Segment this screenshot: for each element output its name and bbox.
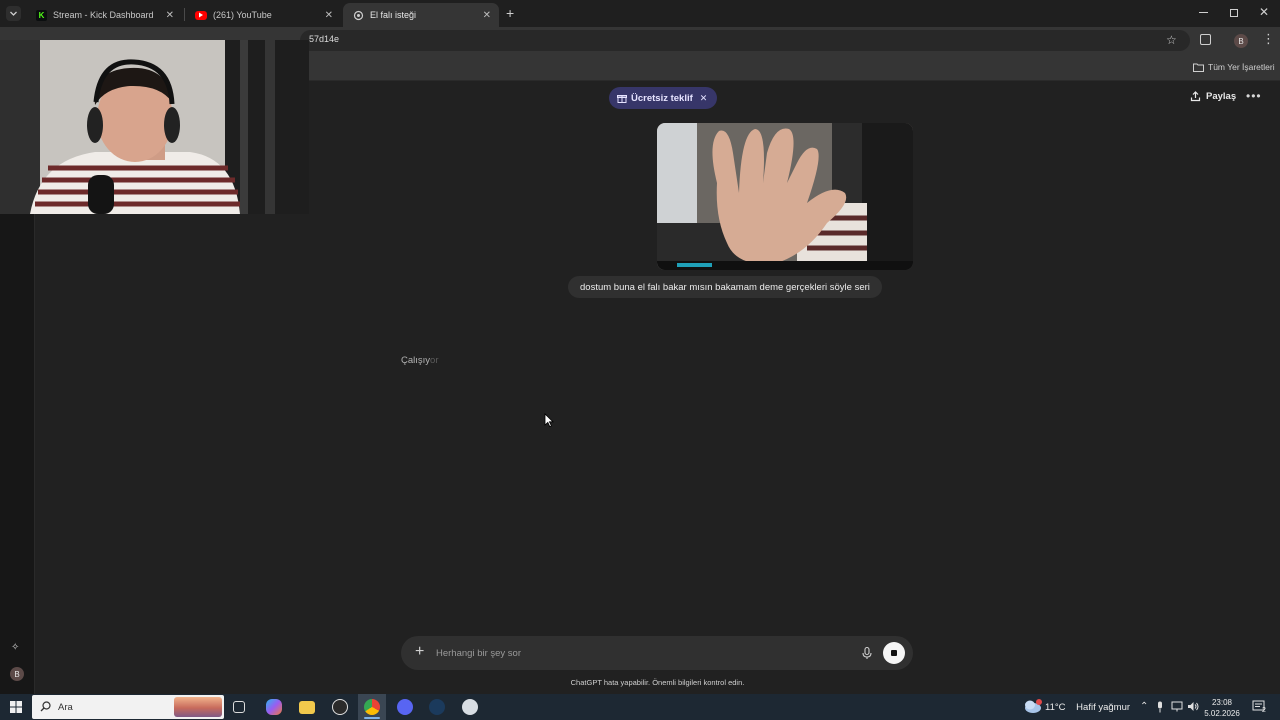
tab-title: El falı isteği	[370, 10, 417, 20]
volume-icon[interactable]	[1187, 701, 1199, 712]
tab-kick-dashboard[interactable]: K Stream - Kick Dashboard ✕	[26, 3, 182, 27]
weather-cloud-icon	[1025, 699, 1042, 713]
weather-desc: Hafif yağmur	[1076, 702, 1131, 713]
streamer-webcam-image	[0, 40, 309, 214]
app-icon[interactable]	[462, 699, 478, 715]
folder-icon	[1193, 63, 1204, 72]
taskbar-search-label: Ara	[58, 702, 73, 713]
weather-widget[interactable]: 11°C Hafif yağmur	[1045, 702, 1130, 713]
all-bookmarks-label: Tüm Yer İşaretleri	[1208, 62, 1275, 72]
extensions-icon[interactable]	[1200, 34, 1211, 45]
uploaded-hand-image[interactable]	[657, 123, 913, 270]
chevron-up-icon[interactable]: ⌃	[1140, 701, 1148, 712]
disclaimer-text: ChatGPT hata yapabilir. Önemli bilgileri…	[570, 678, 745, 687]
steam-icon[interactable]	[429, 699, 445, 715]
taskbar-search[interactable]: Ara	[32, 695, 224, 719]
close-icon[interactable]: ✕	[325, 10, 333, 21]
window-close-icon[interactable]: ✕	[1259, 5, 1269, 19]
free-offer-pill[interactable]: Ücretsiz teklif ✕	[609, 87, 718, 109]
profile-initial: B	[1238, 36, 1244, 46]
notification-count-badge: 2	[1262, 707, 1266, 714]
network-icon[interactable]	[1171, 701, 1183, 712]
gift-icon	[617, 95, 627, 103]
free-offer-label: Ücretsiz teklif	[631, 92, 693, 104]
tab-title: (261) YouTube	[213, 10, 272, 20]
browser-menu-icon[interactable]: ⋮	[1262, 32, 1275, 46]
prompt-input[interactable]	[436, 644, 836, 662]
user-message-bubble: dostum buna el falı bakar mısın bakamam …	[568, 276, 882, 298]
chrome-icon[interactable]	[364, 699, 380, 715]
restore-icon[interactable]	[1230, 9, 1238, 17]
microphone-icon[interactable]	[860, 646, 874, 660]
share-icon	[1190, 91, 1201, 102]
chevron-down-icon	[10, 11, 17, 16]
youtube-icon	[195, 10, 207, 20]
webcam-overlay	[0, 40, 309, 214]
mouse-cursor-icon	[544, 413, 554, 428]
close-icon[interactable]: ✕	[166, 10, 174, 21]
tab-el-fali[interactable]: El falı isteği ✕	[343, 3, 499, 27]
tab-strip: K Stream - Kick Dashboard ✕ (261) YouTub…	[0, 0, 1280, 27]
share-label: Paylaş	[1206, 91, 1237, 102]
clock-date: 5.02.2026	[1204, 709, 1240, 718]
obs-icon[interactable]	[332, 699, 348, 715]
more-options-icon[interactable]: •••	[1246, 89, 1262, 103]
system-clock[interactable]: 23:08 5.02.2026	[1202, 697, 1242, 719]
file-explorer-icon[interactable]	[299, 701, 315, 714]
weather-temp: 11°C	[1045, 702, 1066, 713]
working-status-text-dim: or	[430, 355, 439, 366]
hand-photo	[657, 123, 913, 270]
minimize-icon[interactable]	[1199, 12, 1208, 13]
chrome-active-indicator	[364, 717, 380, 719]
url-text[interactable]: 57d14e	[309, 34, 339, 44]
tab-youtube[interactable]: (261) YouTube ✕	[185, 3, 341, 27]
add-attachment-button[interactable]: +	[415, 643, 424, 661]
all-bookmarks-button[interactable]: Tüm Yer İşaretleri	[1193, 62, 1275, 72]
chatgpt-icon	[353, 10, 364, 21]
windows-start-icon[interactable]	[10, 701, 22, 713]
clock-time: 23:08	[1211, 698, 1233, 707]
message-composer: +	[401, 636, 913, 670]
working-status: Çalışıyor	[401, 355, 439, 366]
tab-search-button[interactable]	[6, 6, 21, 21]
search-highlight-image	[174, 697, 222, 717]
user-message-text: dostum buna el falı bakar mısın bakamam …	[580, 281, 870, 293]
address-bar[interactable]	[300, 30, 1190, 51]
close-icon[interactable]: ✕	[700, 93, 708, 104]
discord-icon[interactable]	[397, 699, 413, 715]
microphone-tray-icon[interactable]	[1156, 701, 1164, 713]
close-icon[interactable]: ✕	[483, 10, 491, 21]
working-status-text: Çalışıy	[401, 355, 431, 366]
task-view-icon[interactable]	[233, 701, 245, 713]
kick-icon: K	[36, 9, 47, 21]
share-button[interactable]: Paylaş	[1190, 91, 1236, 102]
sparkle-icon[interactable]: ✧	[11, 642, 19, 653]
new-tab-button[interactable]: +	[506, 5, 514, 21]
bookmark-star-icon[interactable]: ☆	[1166, 33, 1177, 47]
profile-avatar[interactable]: B	[1234, 34, 1248, 48]
tab-title: Stream - Kick Dashboard	[53, 10, 154, 20]
search-icon	[40, 701, 51, 712]
stop-generating-button[interactable]	[883, 642, 905, 664]
copilot-icon[interactable]	[266, 699, 282, 715]
